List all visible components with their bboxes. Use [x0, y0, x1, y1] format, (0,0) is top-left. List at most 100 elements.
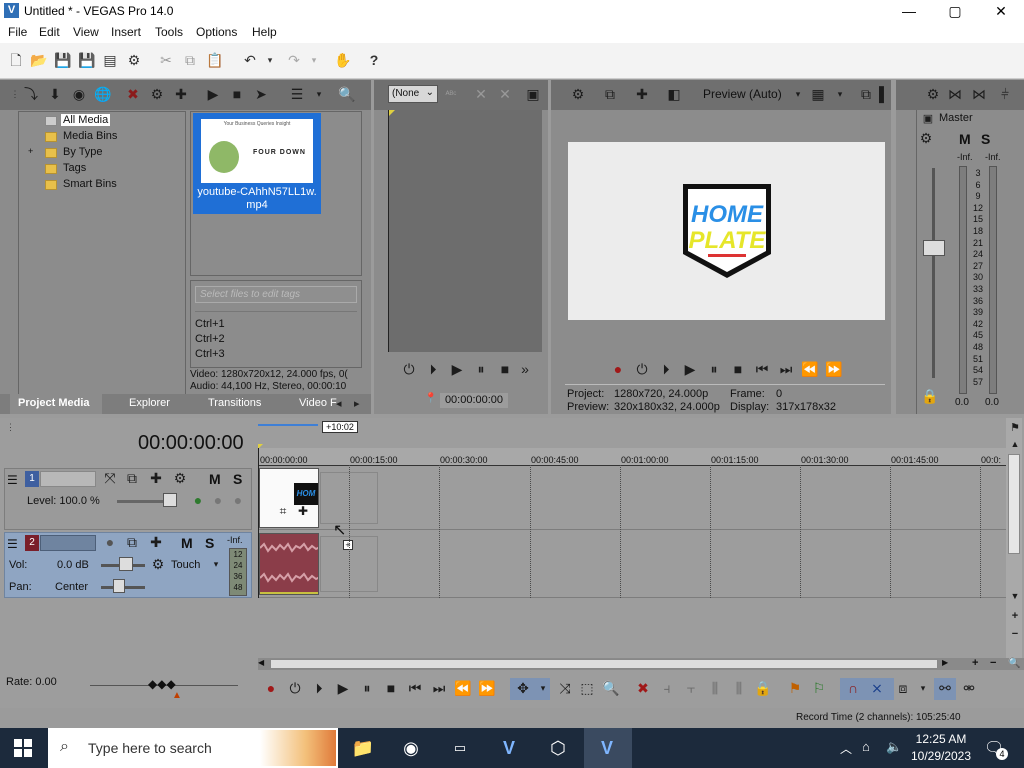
3d-app-icon[interactable]: ⬡ [545, 736, 571, 760]
automation-mode[interactable]: Touch [171, 559, 200, 571]
trimmer-dock-icon[interactable]: ▣ [524, 86, 542, 104]
master-mute-button[interactable]: M [959, 131, 971, 147]
auto-preview-icon[interactable]: ➤ [252, 86, 270, 104]
auto-crossfade-icon[interactable]: ⨯ [868, 680, 886, 698]
zoom-in-icon[interactable]: + [1006, 608, 1024, 626]
stop-icon[interactable]: ■ [496, 361, 514, 379]
scroll-down-icon[interactable]: ▼ [1006, 588, 1024, 606]
preview-quality[interactable]: Preview (Auto) [703, 87, 782, 101]
trim-start-icon[interactable]: ⫞ [658, 680, 676, 698]
copy-snapshot-icon[interactable]: ⧉ [857, 86, 875, 104]
zoom-out-horizontal-icon[interactable]: − [990, 657, 996, 669]
chevron-down-icon[interactable]: ▾ [914, 680, 932, 698]
chevron-down-icon[interactable]: ▾ [831, 86, 849, 104]
grid-icon[interactable]: ▦ [809, 86, 827, 104]
compositing-mode-icon[interactable]: ⧉ [123, 470, 141, 488]
paste-icon[interactable]: 📋 [206, 52, 223, 68]
save-snapshot-icon[interactable]: ▌ [875, 86, 893, 104]
invert-phase-icon[interactable]: ⧉ [123, 534, 141, 552]
next-frame-icon[interactable]: ⏩ [825, 361, 843, 379]
tab-video-fx[interactable]: Video F [299, 397, 337, 409]
save-as-icon[interactable]: 💾 [78, 52, 95, 68]
marker-icon[interactable]: ⚑ [786, 680, 804, 698]
maximize-button[interactable]: ▢ [932, 0, 978, 23]
event-fx-icon[interactable]: ✚ [294, 503, 312, 521]
trim-end-icon[interactable]: ⫟ [682, 680, 700, 698]
windows-start-icon[interactable] [14, 739, 32, 757]
pause-icon[interactable]: ⏸ [472, 361, 490, 379]
prev-frame-icon[interactable]: ⏪ [801, 361, 819, 379]
pause-icon[interactable]: ⏸ [705, 361, 723, 379]
tool-icon[interactable]: ✋ [334, 52, 351, 68]
event-pan-crop-icon[interactable]: ⌗ [274, 503, 292, 521]
file-explorer-icon[interactable]: 📁 [350, 736, 376, 760]
next-frame-icon[interactable]: » [516, 361, 534, 379]
play-icon[interactable]: ▶ [334, 680, 352, 698]
ignore-grouping-icon[interactable]: ⚮ [960, 680, 978, 698]
play-icon[interactable]: ▶ [681, 361, 699, 379]
tags-input[interactable]: Select files to edit tags [195, 286, 357, 303]
play-from-start-icon[interactable]: ⏵ [310, 680, 328, 698]
tree-expand-icon[interactable]: + [28, 146, 33, 156]
downmix-icon[interactable]: ⋈ [946, 86, 964, 104]
tree-media-bins[interactable]: Media Bins [63, 130, 117, 142]
dim-icon[interactable]: ⋈ [970, 86, 988, 104]
properties-icon[interactable]: ⚙ [126, 52, 142, 68]
media-properties-icon[interactable]: ⚙ [148, 86, 166, 104]
tree-tags[interactable]: Tags [63, 162, 86, 174]
cut-icon[interactable]: ✂ [158, 52, 174, 68]
zoom-out-icon[interactable]: − [1006, 626, 1024, 644]
copy-icon[interactable]: ⧉ [182, 52, 198, 68]
trim-icon[interactable]: ⫼ [730, 680, 748, 698]
split-icon[interactable]: ⫼ [706, 680, 724, 698]
record-icon[interactable]: ● [609, 361, 627, 379]
views-icon[interactable]: ☰ [288, 86, 306, 104]
loop-icon[interactable]: ⏻ [400, 361, 418, 379]
go-to-start-icon[interactable]: ⏮ [406, 680, 424, 698]
tab-transitions[interactable]: Transitions [208, 397, 261, 409]
mask-icon[interactable]: ● [229, 492, 247, 510]
audio-mute-button[interactable]: M [181, 535, 193, 551]
horizontal-scroll-thumb[interactable] [270, 659, 938, 669]
ripple-edit-icon[interactable]: ⧈ [894, 680, 912, 698]
collapse-icon[interactable]: ☰ [7, 537, 18, 551]
mixer-view-icon[interactable]: ⫩ [996, 86, 1014, 104]
undo-dropdown-icon[interactable]: ▾ [262, 52, 278, 68]
web-icon[interactable]: 🌐 [94, 86, 112, 104]
redo-dropdown-icon[interactable]: ▾ [306, 52, 322, 68]
collapse-icon[interactable]: ☰ [7, 473, 18, 487]
chevron-down-icon[interactable]: ▾ [207, 556, 225, 574]
tab-explorer[interactable]: Explorer [129, 397, 170, 409]
stop-icon[interactable]: ■ [729, 361, 747, 379]
audio-track-header[interactable]: ☰ 2 ● ⧉ ✚ M S -Inf. Vol: 0.0 dB ⚙ Touch … [4, 532, 252, 598]
show-hidden-icons-icon[interactable]: ︿ [840, 740, 852, 757]
menu-tools[interactable]: Tools [155, 25, 183, 39]
scroll-up-icon[interactable]: ▲ [1006, 436, 1024, 454]
terminal-icon[interactable]: ▭ [447, 736, 473, 760]
automation-settings-icon[interactable]: ⚙ [171, 470, 189, 488]
menu-options[interactable]: Options [196, 25, 237, 39]
scroll-left-icon[interactable]: ◀ [258, 658, 264, 667]
external-monitor-icon[interactable]: ⧉ [601, 86, 619, 104]
stop-icon[interactable]: ■ [228, 86, 246, 104]
audio-solo-button[interactable]: S [205, 535, 214, 551]
prev-frame-icon[interactable]: ⏪ [454, 680, 472, 698]
play-from-start-icon[interactable]: ⏵ [657, 361, 675, 379]
video-track-name-input[interactable] [40, 471, 96, 487]
record-icon[interactable]: ● [262, 680, 280, 698]
trimmer-view[interactable] [388, 110, 542, 352]
scroll-right-icon[interactable]: ▶ [942, 658, 948, 667]
capture-icon[interactable]: ⬇ [46, 86, 64, 104]
stop-icon[interactable]: ■ [382, 680, 400, 698]
chrome-icon[interactable]: ◉ [398, 736, 424, 760]
mixer-properties-icon[interactable]: ⚙ [924, 86, 942, 104]
lock-icon[interactable]: 🔒 [754, 680, 772, 698]
media-fx-icon[interactable]: ✚ [172, 86, 190, 104]
zoom-edit-tool-icon[interactable]: 🔍 [602, 680, 620, 698]
split-screen-icon[interactable]: ✚ [633, 86, 651, 104]
level-slider-handle[interactable] [163, 493, 177, 507]
search-icon[interactable]: 🔍 [338, 86, 356, 104]
clock-time[interactable]: 12:25 AM [906, 732, 976, 746]
menu-view[interactable]: View [73, 25, 99, 39]
render-icon[interactable]: ▤ [102, 52, 118, 68]
